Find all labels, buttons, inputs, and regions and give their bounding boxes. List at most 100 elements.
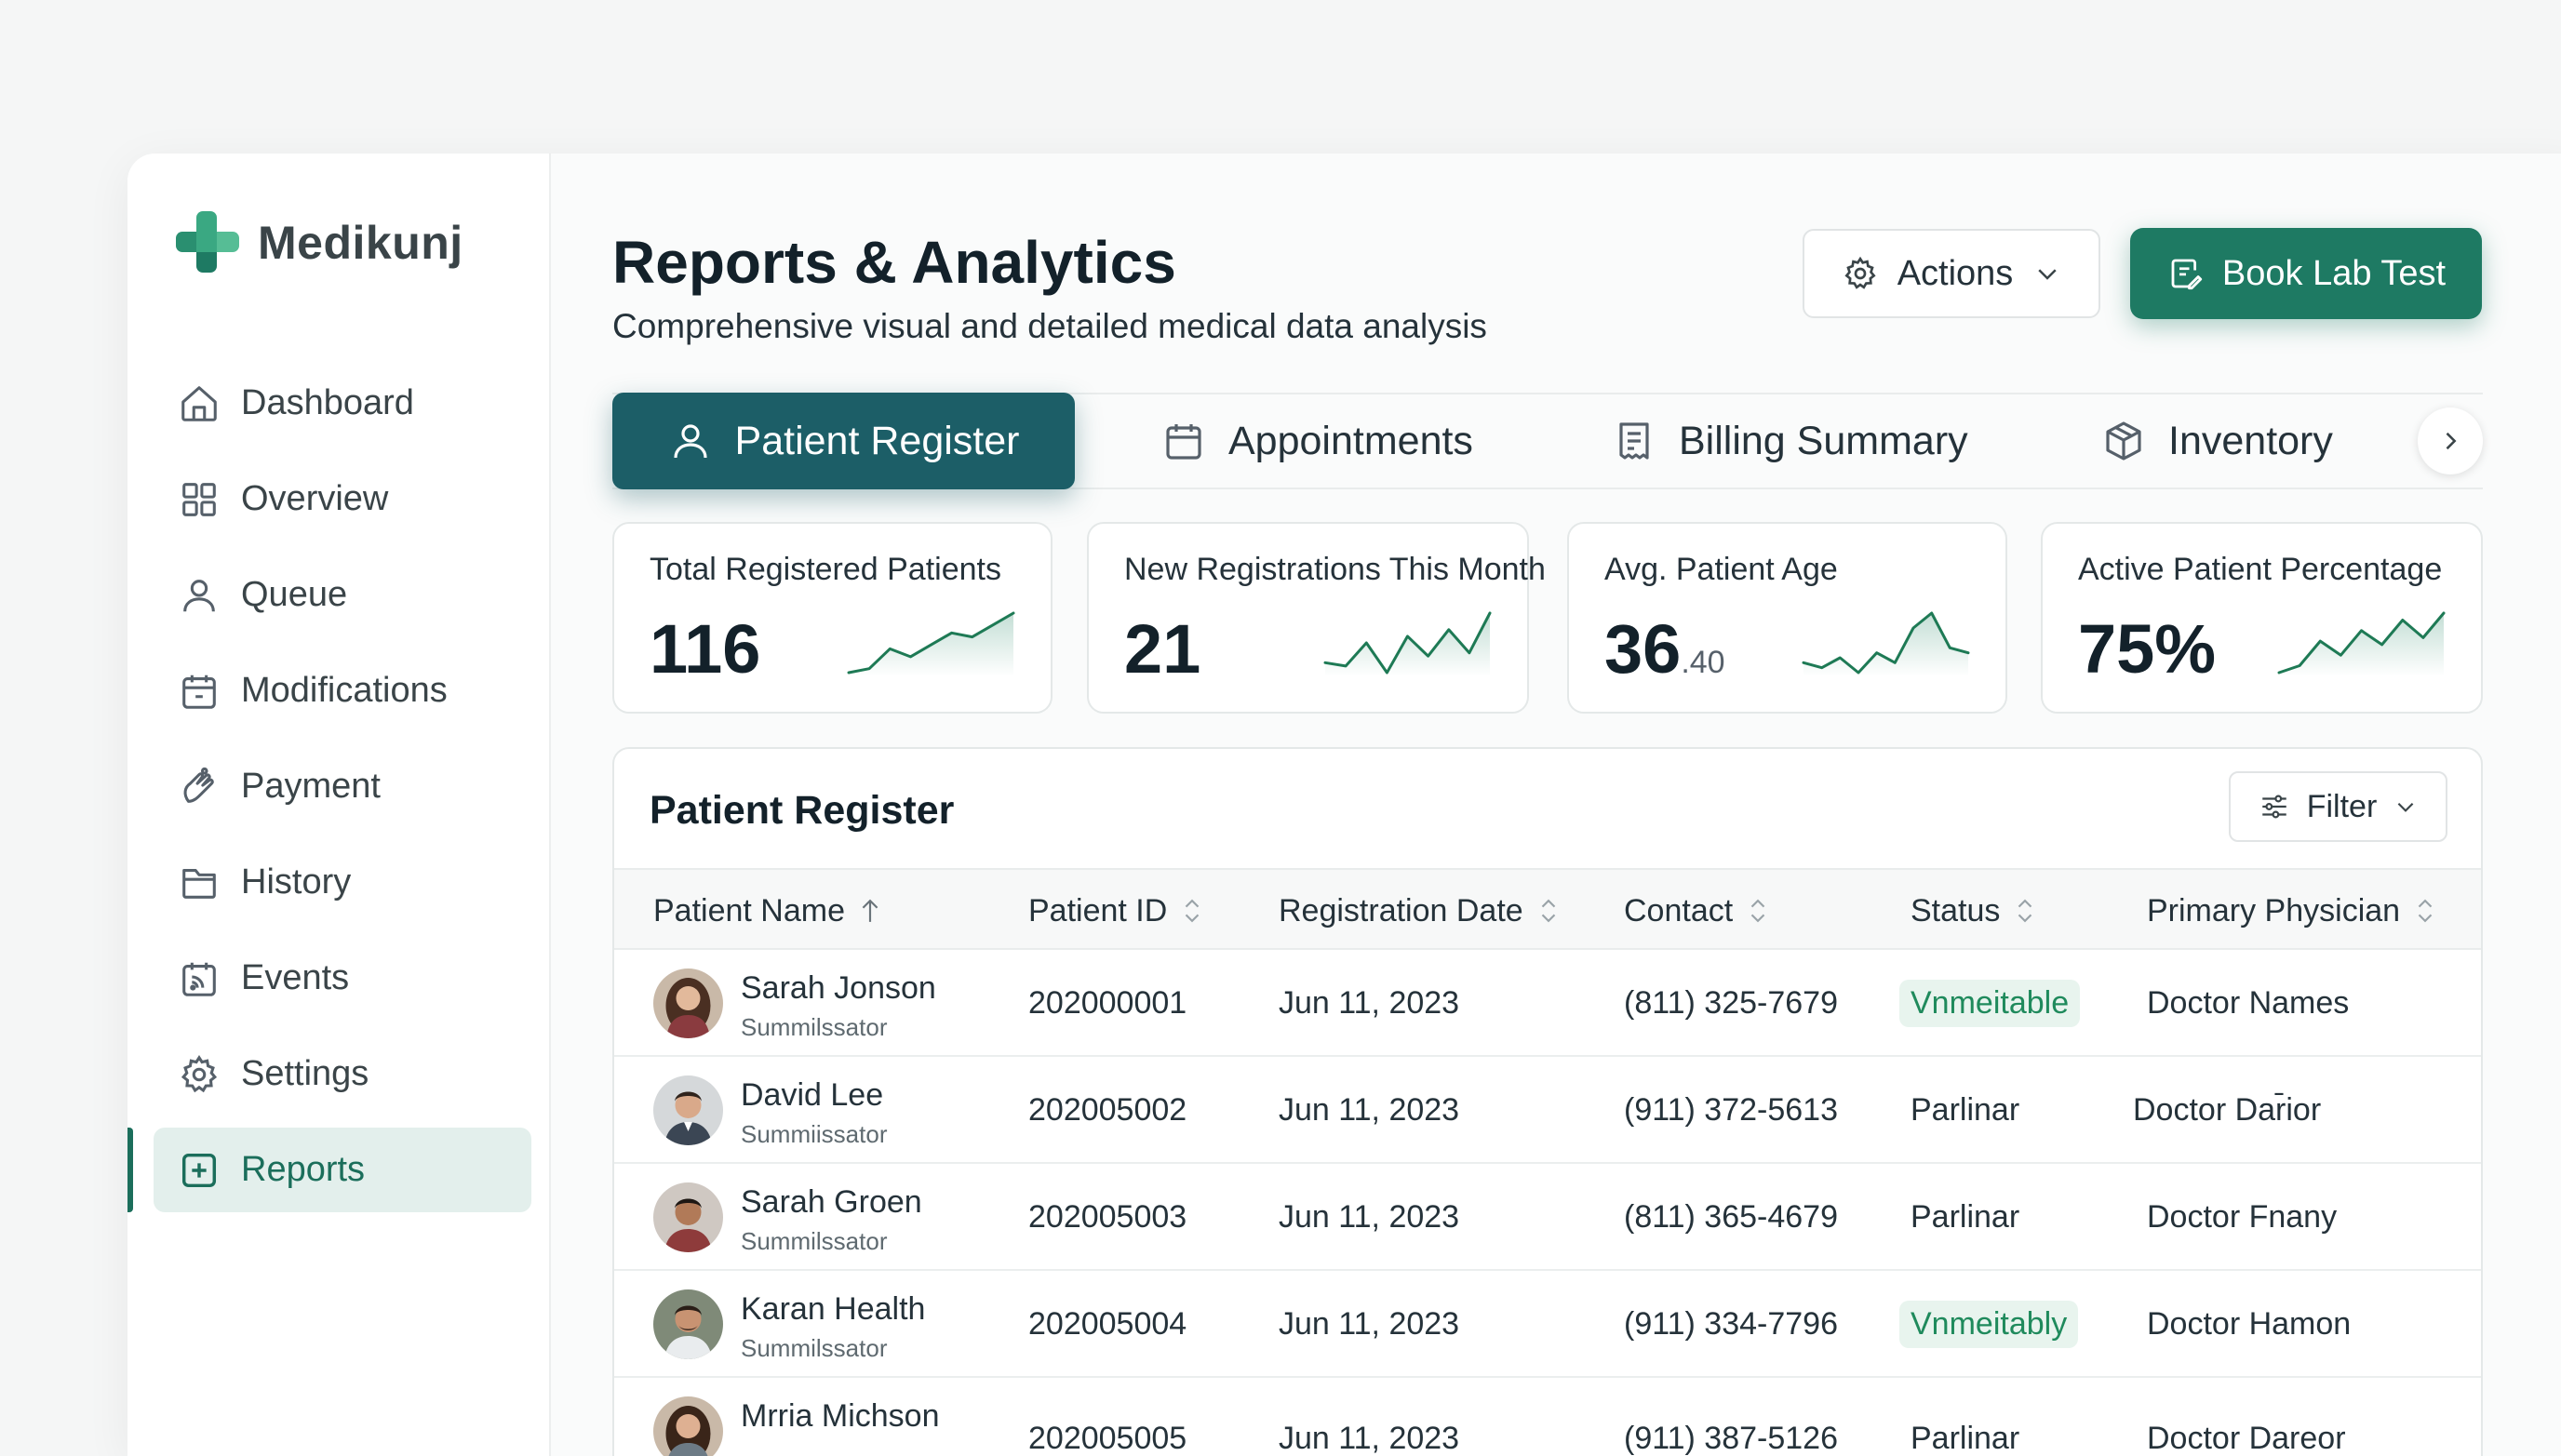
actions-label: Actions bbox=[1897, 253, 2014, 293]
column-header-status[interactable]: Status bbox=[1911, 870, 2037, 952]
status-text: Parlinar bbox=[1911, 1199, 2020, 1235]
registration-date: Jun 11, 2023 bbox=[1279, 1092, 1460, 1128]
avatar bbox=[653, 1396, 723, 1456]
tab-label: Appointments bbox=[1228, 418, 1473, 463]
registration-date: Jun 11, 2023 bbox=[1279, 985, 1460, 1021]
gear-icon bbox=[1844, 256, 1876, 289]
sidebar-item-reports[interactable]: Reports bbox=[127, 1128, 531, 1212]
patient-id: 202005005 bbox=[1028, 1421, 1187, 1456]
sidebar-item-label: Modifications bbox=[241, 671, 448, 710]
patient-id: 202005003 bbox=[1028, 1199, 1187, 1235]
sort-icon bbox=[1750, 899, 1765, 923]
rss-calendar-icon bbox=[182, 962, 216, 996]
status-text: Parlinar bbox=[1911, 1421, 2020, 1456]
status-cell: Vnmeitable bbox=[1899, 950, 2081, 1057]
patient-id: 202005002 bbox=[1028, 1092, 1187, 1128]
chevron-down-icon bbox=[2038, 269, 2057, 280]
patient-role: Summilssator bbox=[741, 1013, 888, 1041]
tab-inventory[interactable]: Inventory bbox=[2101, 393, 2333, 489]
sidebar-item-label: Overview bbox=[241, 479, 389, 518]
contact: (911) 372-5613 bbox=[1624, 1092, 1838, 1128]
column-header-patient-id[interactable]: Patient ID bbox=[1028, 870, 1204, 952]
contact: (811) 365-4679 bbox=[1624, 1199, 1838, 1235]
sparkline-area bbox=[2279, 613, 2444, 676]
report-tabs: Patient Register Appointments Billing Su… bbox=[612, 393, 2483, 489]
hand-icon bbox=[183, 767, 214, 803]
tab-label: Patient Register bbox=[734, 418, 1020, 463]
column-header-patient-name[interactable]: Patient Name bbox=[653, 870, 882, 952]
stat-card-total-patients: Total Registered Patients 116 bbox=[612, 522, 1053, 714]
table-row[interactable]: Mrria Michson 202005005 Jun 11, 2023 (91… bbox=[614, 1378, 2481, 1456]
sidebar-item-history[interactable]: History bbox=[154, 840, 531, 925]
tab-patient-register[interactable]: Patient Register bbox=[612, 393, 1075, 489]
sidebar-item-label: Reports bbox=[241, 1150, 366, 1189]
tab-label: Billing Summary bbox=[1679, 418, 1968, 463]
grid-icon bbox=[182, 482, 216, 516]
primary-physician: Doctor Fnany bbox=[2147, 1199, 2338, 1235]
column-header-registration-date[interactable]: Registration Date bbox=[1279, 870, 1561, 952]
folder-icon bbox=[182, 868, 216, 899]
contact: (811) 325-7679 bbox=[1624, 985, 1838, 1021]
filter-dropdown[interactable]: Filter bbox=[2229, 771, 2447, 842]
sidebar-item-events[interactable]: Events bbox=[154, 936, 531, 1021]
medical-cross-logo-icon bbox=[176, 211, 239, 273]
tab-label: Inventory bbox=[2168, 418, 2333, 463]
sidebar-item-overview[interactable]: Overview bbox=[154, 457, 531, 541]
sparkline-area bbox=[1325, 613, 1490, 676]
patient-id: 202005004 bbox=[1028, 1306, 1187, 1342]
tab-appointments[interactable]: Appointments bbox=[1161, 393, 1473, 489]
sidebar-item-settings[interactable]: Settings bbox=[154, 1032, 531, 1116]
stat-value: 21 bbox=[1124, 610, 1201, 688]
sidebar-item-label: Dashboard bbox=[241, 383, 414, 422]
avatar bbox=[653, 1289, 723, 1359]
book-lab-test-label: Book Lab Test bbox=[2221, 253, 2447, 293]
patient-role: Summiissator bbox=[741, 1120, 888, 1148]
book-lab-test-button[interactable]: Book Lab Test bbox=[2130, 228, 2482, 319]
active-indicator bbox=[127, 1128, 133, 1212]
stat-value: 75% bbox=[2078, 610, 2217, 688]
column-header-primary-physician[interactable]: Primary Physician bbox=[2147, 870, 2437, 952]
sidebar-item-payment[interactable]: Payment bbox=[154, 744, 531, 829]
plus-square-icon bbox=[181, 1153, 217, 1187]
sparkline-chart bbox=[2277, 611, 2446, 676]
column-header-contact[interactable]: Contact bbox=[1624, 870, 1770, 952]
brand[interactable]: Medikunj bbox=[174, 209, 463, 276]
patient-name: Karan Health bbox=[741, 1291, 926, 1327]
registration-date: Jun 11, 2023 bbox=[1279, 1306, 1460, 1342]
primary-physician: Doctor Dar̄ior bbox=[2133, 1092, 2322, 1128]
table-row[interactable]: Karan Health Summilssator 202005004 Jun … bbox=[614, 1271, 2481, 1378]
sidebar-item-label: History bbox=[241, 862, 352, 902]
status-badge: Vnmeitable bbox=[1899, 980, 2081, 1027]
primary-physician: Doctor Names bbox=[2147, 985, 2350, 1021]
sort-ascending-icon bbox=[862, 899, 878, 922]
contact: (911) 334-7796 bbox=[1624, 1306, 1838, 1342]
user-icon bbox=[673, 424, 707, 459]
stat-card-avg-age: Avg. Patient Age 36.40 bbox=[1567, 522, 2007, 714]
sparkline-area bbox=[1803, 613, 1968, 676]
tabs-next-button[interactable] bbox=[2418, 407, 2483, 474]
primary-physician: Doctor Dareor bbox=[2147, 1421, 2346, 1456]
table-row[interactable]: Sarah Groen Summilssator 202005003 Jun 1… bbox=[614, 1164, 2481, 1271]
tab-billing-summary[interactable]: Billing Summary bbox=[1612, 393, 1968, 489]
patient-role: Summilssator bbox=[741, 1334, 888, 1362]
sidebar-item-dashboard[interactable]: Dashboard bbox=[154, 361, 531, 446]
patient-role: Summilssator bbox=[741, 1227, 888, 1255]
sidebar-item-label: Settings bbox=[241, 1054, 369, 1093]
table-row[interactable]: David Lee Summiissator 202005002 Jun 11,… bbox=[614, 1057, 2481, 1164]
status-text: Parlinar bbox=[1911, 1092, 2020, 1128]
primary-physician: Doctor Hamon bbox=[2147, 1306, 2352, 1342]
receipt-icon bbox=[1619, 422, 1649, 460]
status-badge: Vnmeitably bbox=[1899, 1301, 2079, 1348]
filter-label: Filter bbox=[2306, 788, 2378, 824]
table-title: Patient Register bbox=[650, 788, 955, 833]
user-icon bbox=[183, 579, 215, 611]
registration-date: Jun 11, 2023 bbox=[1279, 1199, 1460, 1235]
sidebar-item-modifications[interactable]: Modifications bbox=[154, 648, 531, 733]
sidebar-item-queue[interactable]: Queue bbox=[154, 553, 531, 637]
sort-icon bbox=[2018, 899, 2032, 923]
table-row[interactable]: Sarah Jonson Summilssator 202000001 Jun … bbox=[614, 950, 2481, 1057]
registration-date: Jun 11, 2023 bbox=[1279, 1421, 1460, 1456]
actions-dropdown[interactable]: Actions bbox=[1803, 229, 2100, 318]
stat-card-new-registrations: New Registrations This Month 21 bbox=[1087, 522, 1546, 714]
patient-register-table: Patient Register Filter Patient Name Pat… bbox=[612, 747, 2483, 1456]
